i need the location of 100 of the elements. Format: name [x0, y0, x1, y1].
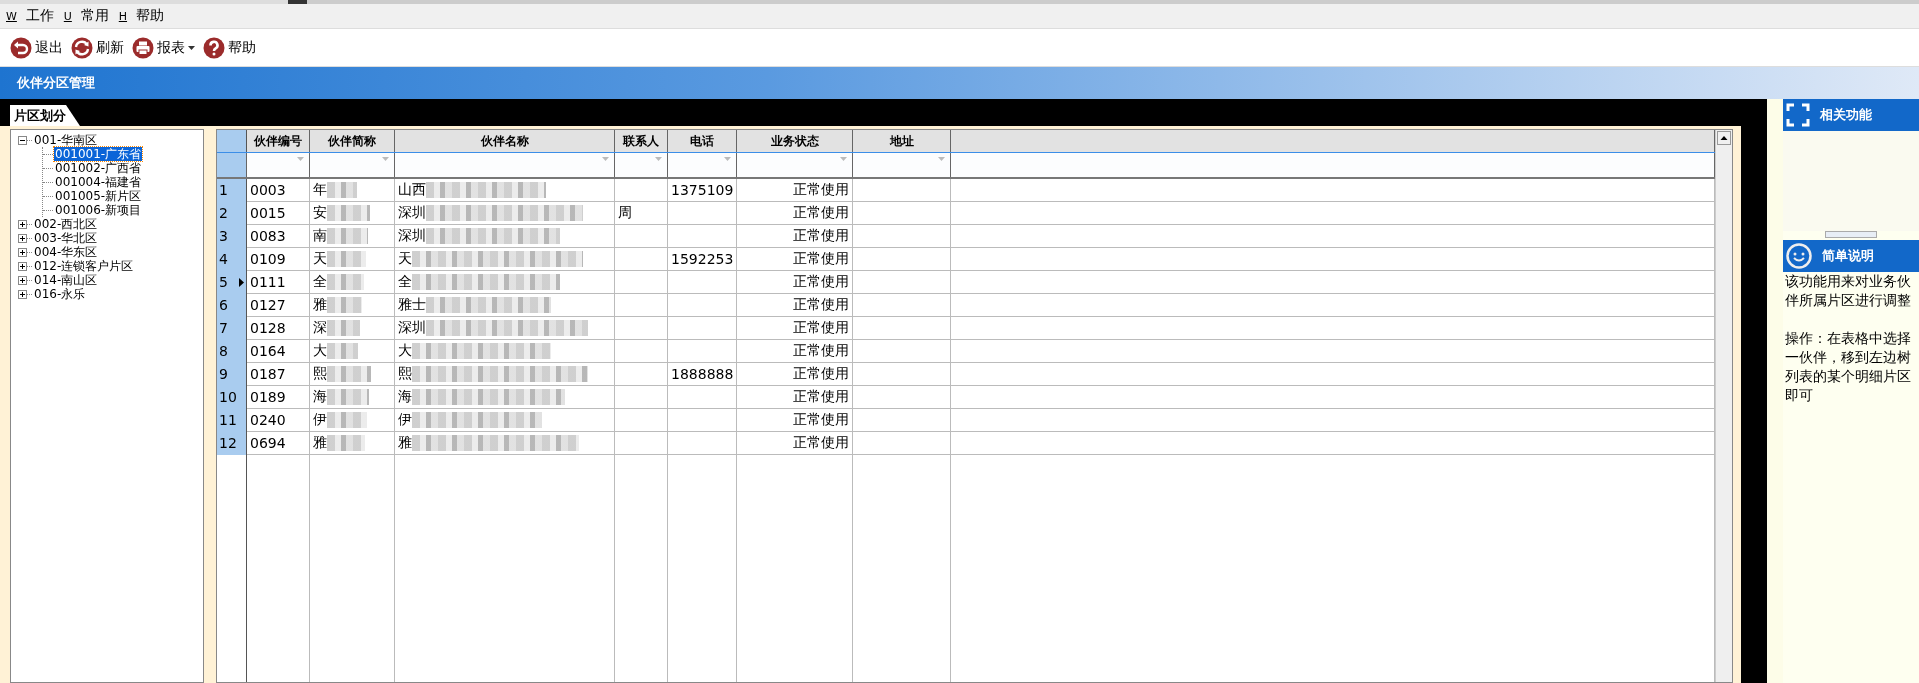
tree-item[interactable]: 001001-广东省 — [54, 147, 143, 161]
tree-item[interactable]: 016-永乐 — [33, 287, 87, 301]
row-number: 8 — [217, 339, 247, 363]
table-cell: 0003 — [246, 178, 310, 202]
page-title: 伙伴分区管理 — [17, 74, 95, 92]
table-cell: 正常使用 — [736, 224, 853, 248]
table-cell: 天 — [309, 247, 395, 271]
tab[interactable]: 片区划分 — [10, 105, 80, 126]
menu-item[interactable]: U 常用 — [63, 7, 109, 25]
toolbar-button[interactable]: 退出 — [8, 34, 65, 61]
table-cell: 1592253 — [667, 247, 737, 271]
filter-field[interactable] — [309, 152, 395, 178]
tree-item[interactable]: 001005-新片区 — [54, 189, 143, 203]
collapse-icon[interactable] — [18, 135, 27, 145]
table-cell: 正常使用 — [736, 293, 853, 317]
section-title: 相关功能 — [1820, 106, 1872, 124]
table-cell: 正常使用 — [736, 270, 853, 294]
menu-item[interactable]: H 帮助 — [118, 7, 164, 25]
expand-icon[interactable] — [18, 219, 27, 229]
tree-item[interactable]: 001004-福建省 — [54, 175, 143, 189]
table-cell: 雅 — [309, 293, 395, 317]
smiley-icon — [1786, 243, 1812, 269]
table-cell — [667, 385, 737, 409]
table-cell: 正常使用 — [736, 431, 853, 455]
expand-icon[interactable] — [18, 275, 27, 285]
table-cell — [614, 316, 668, 340]
table-cell: 天 — [394, 247, 615, 271]
row-number: 11 — [217, 408, 247, 432]
tree-item[interactable]: 001006-新项目 — [54, 203, 143, 217]
tree-item[interactable]: 012-连锁客户片区 — [33, 259, 135, 273]
splitter-handle[interactable] — [1825, 231, 1877, 238]
scrollbar[interactable] — [1715, 130, 1732, 682]
blur-mark — [327, 228, 368, 244]
expand-frame-icon — [1786, 103, 1810, 127]
table-cell: 年 — [309, 178, 395, 202]
expand-icon[interactable] — [18, 261, 27, 271]
column-header[interactable]: 联系人 — [614, 130, 668, 153]
row-number: 1 — [217, 178, 247, 202]
table-cell: 0694 — [246, 431, 310, 455]
tree-item[interactable]: 001-华南区 — [33, 133, 99, 147]
table-cell: 1888888 — [667, 362, 737, 386]
tree-item[interactable]: 003-华北区 — [33, 231, 99, 245]
table-cell: 正常使用 — [736, 178, 853, 202]
toolbar-button[interactable]: 帮助 — [201, 34, 258, 61]
table-cell: 南 — [309, 224, 395, 248]
filter-field[interactable] — [394, 152, 615, 178]
blur-mark — [327, 320, 360, 336]
blur-mark — [327, 366, 371, 382]
table-cell — [614, 224, 668, 248]
tree-item[interactable]: 014-南山区 — [33, 273, 99, 287]
column-header[interactable]: 业务状态 — [736, 130, 853, 153]
filter-field[interactable] — [852, 152, 951, 178]
toolbar-button[interactable]: 报表 — [130, 34, 197, 61]
column-header[interactable]: 地址 — [852, 130, 951, 153]
table-cell: 正常使用 — [736, 247, 853, 271]
table-cell: 大 — [394, 339, 615, 363]
table-cell — [614, 270, 668, 294]
tree-item[interactable]: 001002-广西省 — [54, 161, 143, 175]
note-text: 该功能用来对业务伙伴所属片区进行调整 — [1785, 272, 1912, 310]
blur-mark — [327, 343, 358, 359]
table-cell: 0240 — [246, 408, 310, 432]
column-header[interactable]: 伙伴编号 — [246, 130, 310, 153]
table-cell: 深圳 — [394, 316, 615, 340]
expand-icon[interactable] — [18, 289, 27, 299]
column-header[interactable]: 电话 — [667, 130, 737, 153]
blur-mark — [327, 297, 362, 313]
row-number: 12 — [217, 431, 247, 455]
table-cell: 安 — [309, 201, 395, 225]
table-cell: 正常使用 — [736, 408, 853, 432]
table-cell — [667, 224, 737, 248]
table-cell: 1375109 — [667, 178, 737, 202]
expand-icon[interactable] — [18, 233, 27, 243]
table-cell: 0128 — [246, 316, 310, 340]
table-cell: 熙 — [309, 362, 395, 386]
table-cell: 0127 — [246, 293, 310, 317]
column-header[interactable]: 伙伴名称 — [394, 130, 615, 153]
column-header[interactable]: 伙伴简称 — [309, 130, 395, 153]
table-cell: 深圳 — [394, 201, 615, 225]
table-cell: 雅 — [309, 431, 395, 455]
table-cell — [667, 201, 737, 225]
section-title: 简单说明 — [1822, 247, 1874, 265]
expand-icon[interactable] — [18, 247, 27, 257]
table-cell — [667, 316, 737, 340]
toolbar-button[interactable]: 刷新 — [69, 34, 126, 61]
printer-icon — [132, 36, 154, 59]
menu-item[interactable]: W 工作 — [6, 7, 54, 25]
table-cell: 正常使用 — [736, 201, 853, 225]
blur-mark — [327, 205, 370, 221]
table-cell: 0109 — [246, 247, 310, 271]
scroll-up-icon[interactable] — [1717, 131, 1731, 145]
table-cell: 海 — [309, 385, 395, 409]
tree-item[interactable]: 002-西北区 — [33, 217, 99, 231]
tree-item[interactable]: 004-华东区 — [33, 245, 99, 259]
table-cell: 深圳 — [394, 224, 615, 248]
table-cell: 周 — [614, 201, 668, 225]
blur-mark — [327, 182, 357, 198]
note-text: 操作：在表格中选择一伙伴，移到左边树列表的某个明细片区即可 — [1785, 329, 1912, 405]
table-cell: 0111 — [246, 270, 310, 294]
filter-field[interactable] — [736, 152, 853, 178]
table-cell: 正常使用 — [736, 385, 853, 409]
